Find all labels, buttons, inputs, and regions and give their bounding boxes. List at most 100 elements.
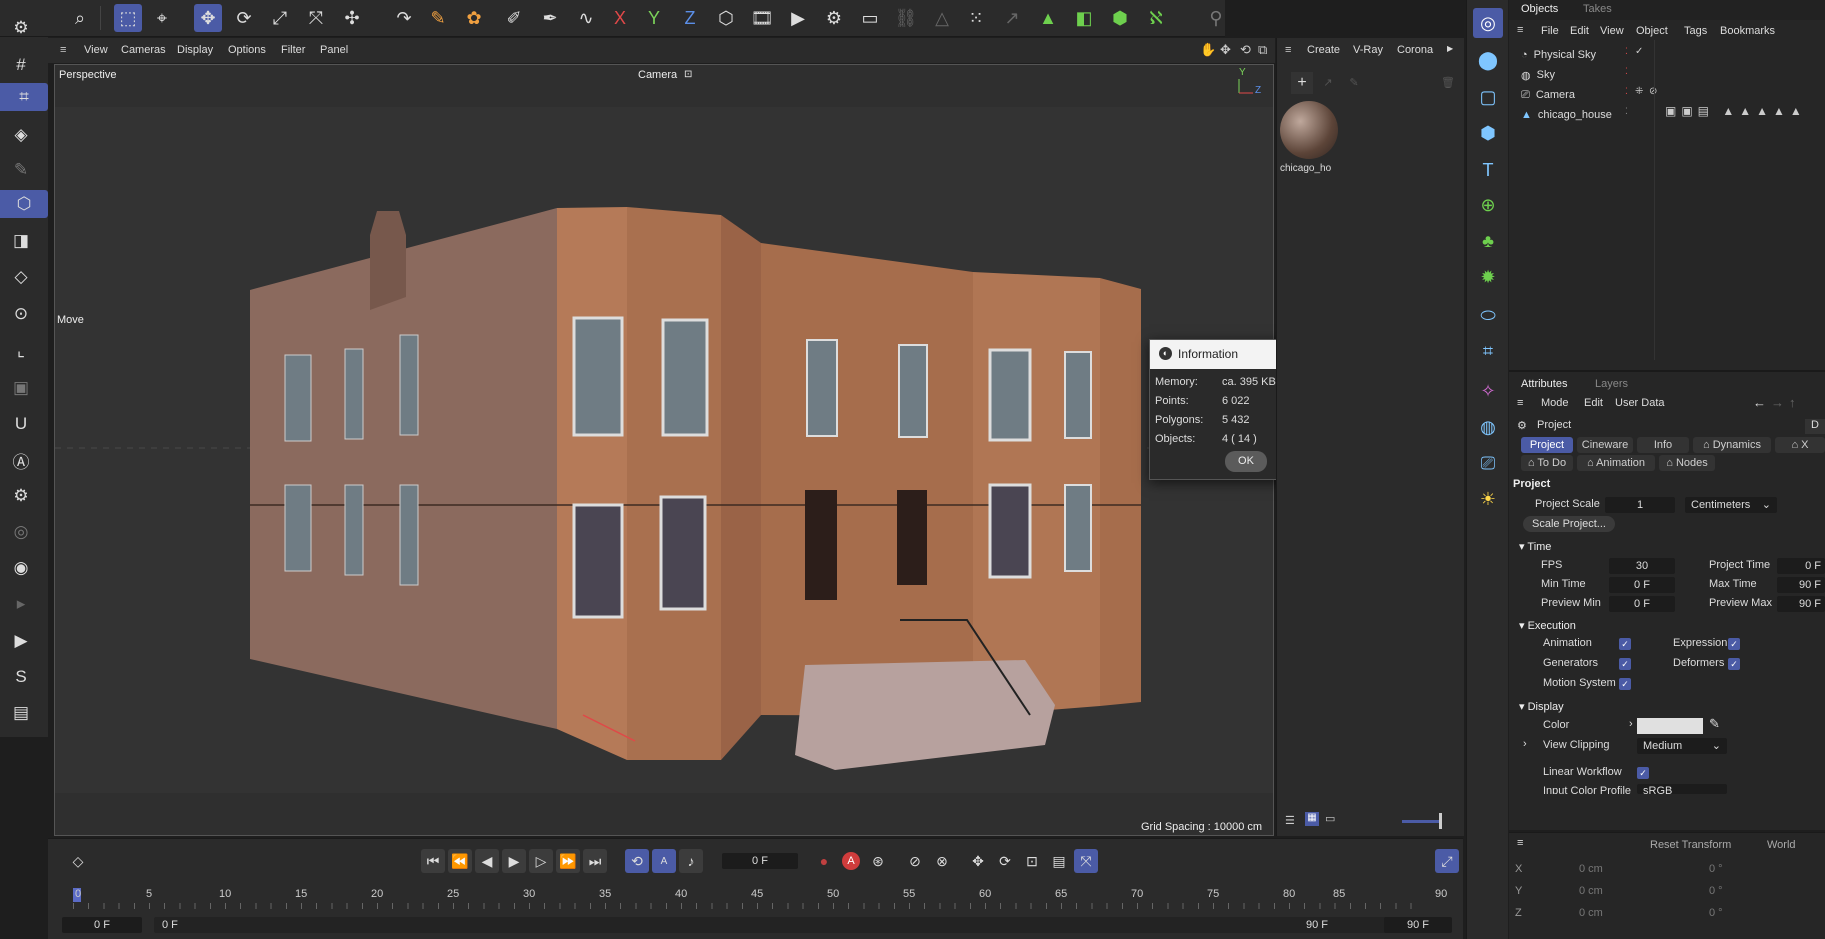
disabled-play-icon[interactable]: ▸ (6, 590, 36, 618)
coord-rot-y[interactable]: 0 ° (1709, 885, 1723, 897)
project-scale-input[interactable]: 1 (1605, 497, 1675, 513)
keyframe-diamond-icon[interactable]: ◇ (66, 849, 90, 873)
camera-object-icon[interactable]: ⎚ (1473, 448, 1503, 478)
animation-checkbox[interactable]: ✓ (1619, 638, 1631, 650)
menu-file[interactable]: File (1541, 25, 1559, 37)
sculpt-tool-icon[interactable]: ✿ (460, 4, 488, 32)
sketch-tool-icon[interactable]: ✎ (424, 4, 452, 32)
up-arrow-icon[interactable]: ↑ (1789, 395, 1796, 410)
trash-icon[interactable]: 🗑 (1437, 72, 1459, 94)
field-icon[interactable]: ⌗ (1473, 336, 1503, 366)
tab-layers[interactable]: Layers (1595, 378, 1628, 390)
model-mode-icon[interactable]: ◈ (6, 121, 36, 149)
reset-transform-button[interactable]: Reset Transform (1650, 839, 1731, 851)
menu-object[interactable]: Object (1636, 25, 1668, 37)
object-row[interactable]: ⎚ Camera (1521, 86, 1575, 104)
chevron-right-icon[interactable]: › (1523, 738, 1527, 750)
subtab-project[interactable]: Project (1521, 437, 1573, 453)
generator-icon[interactable]: ⊕ (1473, 190, 1503, 220)
menu-create[interactable]: Create (1307, 44, 1340, 56)
effector-icon[interactable]: ✹ (1473, 262, 1503, 292)
menu-user-data[interactable]: User Data (1615, 397, 1665, 409)
render-view-icon[interactable]: 🎞 (748, 4, 776, 32)
menu-panel[interactable]: Panel (320, 44, 348, 56)
maximize-view-icon[interactable]: ⧉ (1258, 42, 1267, 58)
object-row[interactable]: ◍ Sky (1521, 66, 1555, 84)
preview-max-input[interactable]: 90 F (1777, 596, 1825, 612)
workplane-icon[interactable]: ⌗ (0, 83, 48, 111)
tab-takes[interactable]: Takes (1583, 3, 1612, 15)
subtab-todo[interactable]: ⌂ To Do (1521, 455, 1573, 471)
grid-icon[interactable]: # (6, 51, 36, 79)
play-icon[interactable]: ▶ (502, 849, 526, 873)
menu-bookmarks[interactable]: Bookmarks (1720, 25, 1775, 37)
key-scale-icon[interactable]: ✥ (966, 849, 990, 873)
hamburger-icon[interactable]: ≡ (1517, 837, 1523, 849)
max-frame-field[interactable]: 90 F (1384, 917, 1452, 933)
brush-icon[interactable]: ✐ (500, 4, 528, 32)
material-thumbnail[interactable] (1280, 101, 1338, 159)
next-key-icon[interactable]: ⏩ (556, 849, 580, 873)
visibility-dots-icon[interactable]: ⁚ (1625, 106, 1628, 117)
deformers-checkbox[interactable]: ✓ (1728, 658, 1740, 670)
deformer-icon[interactable]: ⬭ (1473, 300, 1503, 330)
disabled-circle-icon[interactable]: ◎ (6, 518, 36, 546)
hamburger-icon[interactable]: ≡ (1517, 397, 1523, 409)
current-frame-input[interactable]: 0 F (722, 853, 798, 869)
menu-edit[interactable]: Edit (1584, 397, 1603, 409)
uv-mode-icon[interactable]: ⊙ (6, 300, 36, 328)
polygons-mode-icon[interactable]: ◇ (6, 263, 36, 291)
spline-pen-icon[interactable]: ↷ (390, 4, 418, 32)
view-clipping-dropdown[interactable]: Medium ⌄ (1637, 738, 1727, 754)
y-axis-icon[interactable]: Y (640, 4, 668, 32)
move-view-icon[interactable]: ✥ (1220, 42, 1231, 58)
coord-pos-x[interactable]: 0 cm (1579, 863, 1603, 875)
dots-icon[interactable]: ⁙ (962, 4, 990, 32)
add-material-icon[interactable]: + (1291, 72, 1313, 94)
collapse-icon[interactable]: ▾ (1519, 701, 1528, 713)
material-name[interactable]: chicago_ho (1280, 163, 1331, 174)
key-settings-icon[interactable]: ⊛ (866, 849, 890, 873)
chevron-right-icon[interactable]: › (1629, 718, 1633, 730)
menu-display[interactable]: Display (177, 44, 213, 56)
large-view-icon[interactable]: ▭ (1325, 812, 1335, 825)
substance-icon[interactable]: S (6, 663, 36, 691)
grid-view-icon[interactable]: ▦ (1305, 812, 1319, 826)
z-axis-icon[interactable]: Z (676, 4, 704, 32)
previous-key-icon[interactable]: ⏪ (448, 849, 472, 873)
subtab-x[interactable]: ⌂ X (1775, 437, 1825, 453)
menu-tags[interactable]: Tags (1684, 25, 1707, 37)
min-frame-field[interactable]: 0 F (62, 917, 142, 933)
cube-green-icon[interactable]: ⬢ (1106, 4, 1134, 32)
cube-layout-icon[interactable]: ⬢ (1473, 118, 1503, 148)
text-tool-icon[interactable]: T (1473, 155, 1503, 185)
input-color-profile-dropdown[interactable]: sRGB (1637, 784, 1727, 794)
record-icon[interactable]: ● (812, 849, 836, 873)
loop-icon[interactable]: ⟲ (625, 849, 649, 873)
model-layout-icon[interactable]: ⬤ (1473, 45, 1503, 75)
startup-layout-icon[interactable]: ◎ (1473, 8, 1503, 38)
environment-icon[interactable]: ◍ (1473, 412, 1503, 442)
more-arrow-icon[interactable]: ▶ (1447, 44, 1453, 53)
building-model[interactable] (250, 207, 1141, 770)
key-pla-icon[interactable]: ⊡ (1020, 849, 1044, 873)
visibility-dots-icon[interactable]: ⁚ (1625, 66, 1628, 77)
coord-pos-y[interactable]: 0 cm (1579, 885, 1603, 897)
autokey-icon[interactable]: A (839, 849, 863, 873)
ok-button[interactable]: OK (1225, 451, 1267, 472)
object-name[interactable]: Physical Sky (1534, 49, 1596, 61)
snap-magnet-icon[interactable]: U (6, 410, 36, 438)
scene-icon[interactable]: ✧ (1473, 376, 1503, 406)
key-param-icon[interactable]: ⟳ (993, 849, 1017, 873)
pan-icon[interactable]: ✋ (1200, 42, 1216, 58)
render-picture-viewer-icon[interactable]: ▶ (784, 4, 812, 32)
square-layout-icon[interactable]: ▢ (1473, 82, 1503, 112)
menu-options[interactable]: Options (228, 44, 266, 56)
menu-vray[interactable]: V-Ray (1353, 44, 1383, 56)
coord-rot-x[interactable]: 0 ° (1709, 863, 1723, 875)
hamburger-icon[interactable]: ≡ (1285, 44, 1291, 56)
next-frame-icon[interactable]: ▷ (529, 849, 553, 873)
mograph-icon[interactable]: ♣ (1473, 226, 1503, 256)
subtab-dynamics[interactable]: ⌂ Dynamics (1693, 437, 1771, 453)
visibility-dots-icon[interactable]: ⁚ (1625, 86, 1628, 97)
